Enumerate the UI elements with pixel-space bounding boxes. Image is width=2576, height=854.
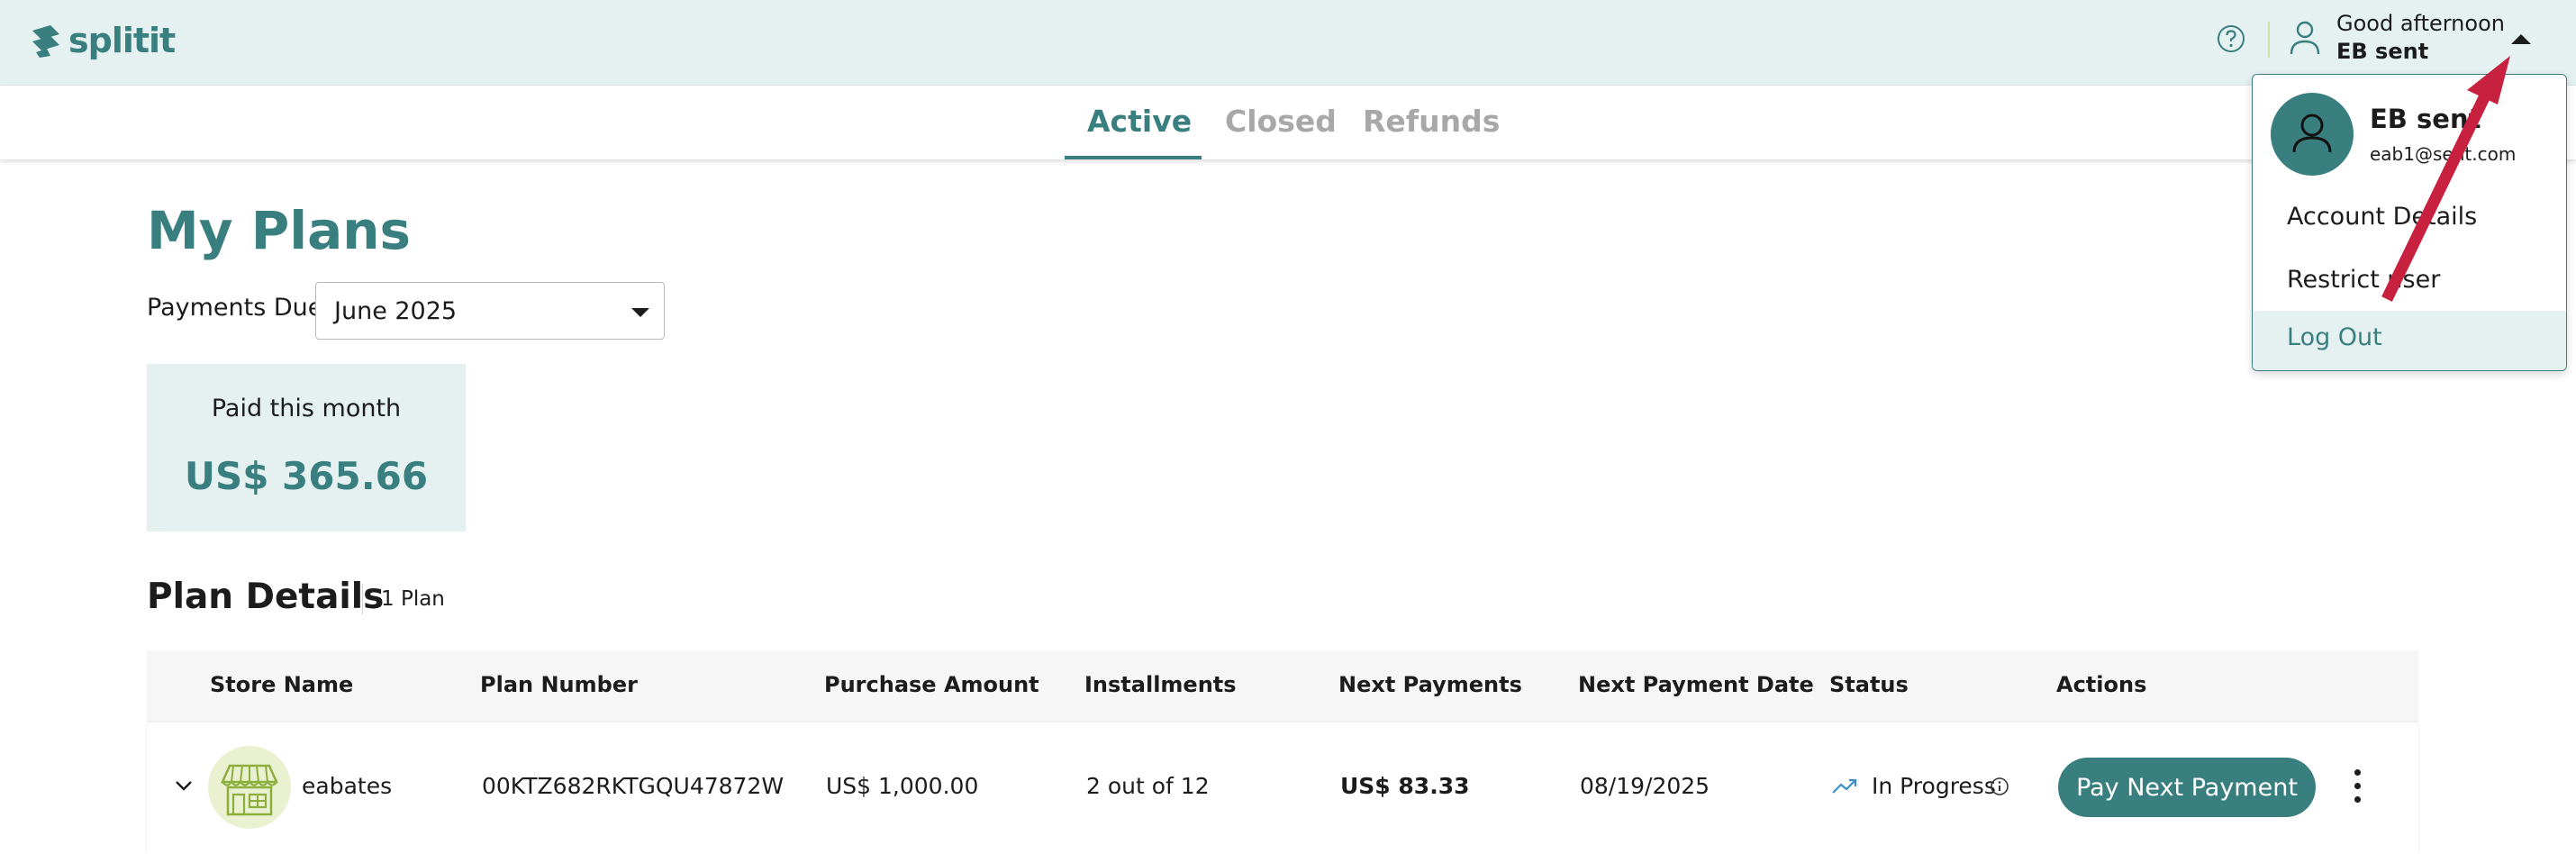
plan-details-title: Plan Details (147, 577, 385, 617)
avatar-icon (2292, 114, 2332, 153)
column-header-actions: Actions (2056, 672, 2147, 697)
column-header-purchase-amount: Purchase Amount (824, 672, 1039, 697)
column-header-next-payment-date: Next Payment Date (1578, 672, 1814, 697)
plan-count: 1 Plan (381, 587, 445, 611)
top-header: splitit Good afternoon EB sent (0, 0, 2576, 86)
column-header-store-name: Store Name (210, 672, 354, 697)
menu-item-restrict-user[interactable]: Restrict user (2253, 253, 2566, 313)
caret-up-icon[interactable] (2511, 34, 2531, 44)
header-user-name[interactable]: EB sent (2336, 39, 2428, 64)
caret-down-icon (631, 308, 649, 317)
splitit-logo-icon (32, 25, 59, 58)
payments-due-select[interactable]: June 2025 (315, 282, 665, 340)
user-icon[interactable] (2288, 18, 2322, 58)
purchase-amount: US$ 1,000.00 (826, 773, 979, 799)
plans-table-header: Store Name Plan Number Purchase Amount I… (147, 650, 2418, 722)
next-payment-date: 08/19/2025 (1580, 773, 1710, 799)
column-header-next-payments: Next Payments (1338, 672, 1522, 697)
dropdown-user-email: eab1@sent.com (2370, 143, 2517, 165)
pay-next-payment-button[interactable]: Pay Next Payment (2058, 758, 2316, 817)
paid-this-month-card: Paid this month US$ 365.66 (147, 364, 466, 531)
column-header-installments: Installments (1084, 672, 1237, 697)
payments-due-label: Payments Due (147, 294, 323, 322)
payments-due-value: June 2025 (334, 297, 458, 325)
tab-refunds[interactable]: Refunds (1363, 104, 1500, 139)
status-text: In Progress (1872, 773, 1996, 799)
kebab-menu-icon[interactable] (2352, 769, 2363, 805)
column-header-status: Status (1829, 672, 1909, 697)
paid-this-month-label: Paid this month (211, 395, 402, 422)
user-dropdown-menu: EB sent eab1@sent.com Account Details Re… (2252, 74, 2567, 371)
greeting-text: Good afternoon (2336, 11, 2505, 36)
plan-number: 00KTZ682RKTGQU47872W (482, 773, 785, 799)
column-header-plan-number: Plan Number (480, 672, 638, 697)
plan-tabs: Active Closed Refunds (0, 86, 2576, 159)
table-row: eabates 00KTZ682RKTGQU47872W US$ 1,000.0… (147, 722, 2418, 854)
tab-active[interactable]: Active (1087, 104, 1192, 139)
header-divider (2268, 22, 2270, 58)
avatar (2271, 93, 2354, 176)
installments: 2 out of 12 (1086, 773, 1210, 799)
menu-item-log-out[interactable]: Log Out (2253, 311, 2566, 370)
plan-details-divider (362, 584, 363, 614)
splitit-logo[interactable]: splitit (27, 18, 176, 63)
store-avatar (208, 746, 291, 829)
next-payment-amount: US$ 83.33 (1340, 773, 1470, 799)
active-tab-indicator (1065, 156, 1202, 159)
store-name: eabates (302, 773, 393, 799)
menu-item-account-details[interactable]: Account Details (2253, 190, 2566, 250)
store-icon (221, 764, 278, 816)
logo-text: splitit (68, 21, 176, 60)
tab-closed[interactable]: Closed (1225, 104, 1337, 139)
info-icon[interactable] (1990, 777, 2009, 796)
page-title: My Plans (147, 200, 412, 261)
help-icon[interactable] (2216, 23, 2246, 54)
dropdown-user-name: EB sent (2370, 104, 2481, 134)
chevron-down-icon[interactable] (174, 778, 194, 793)
trend-up-icon (1832, 778, 1857, 794)
paid-this-month-value: US$ 365.66 (184, 454, 429, 498)
